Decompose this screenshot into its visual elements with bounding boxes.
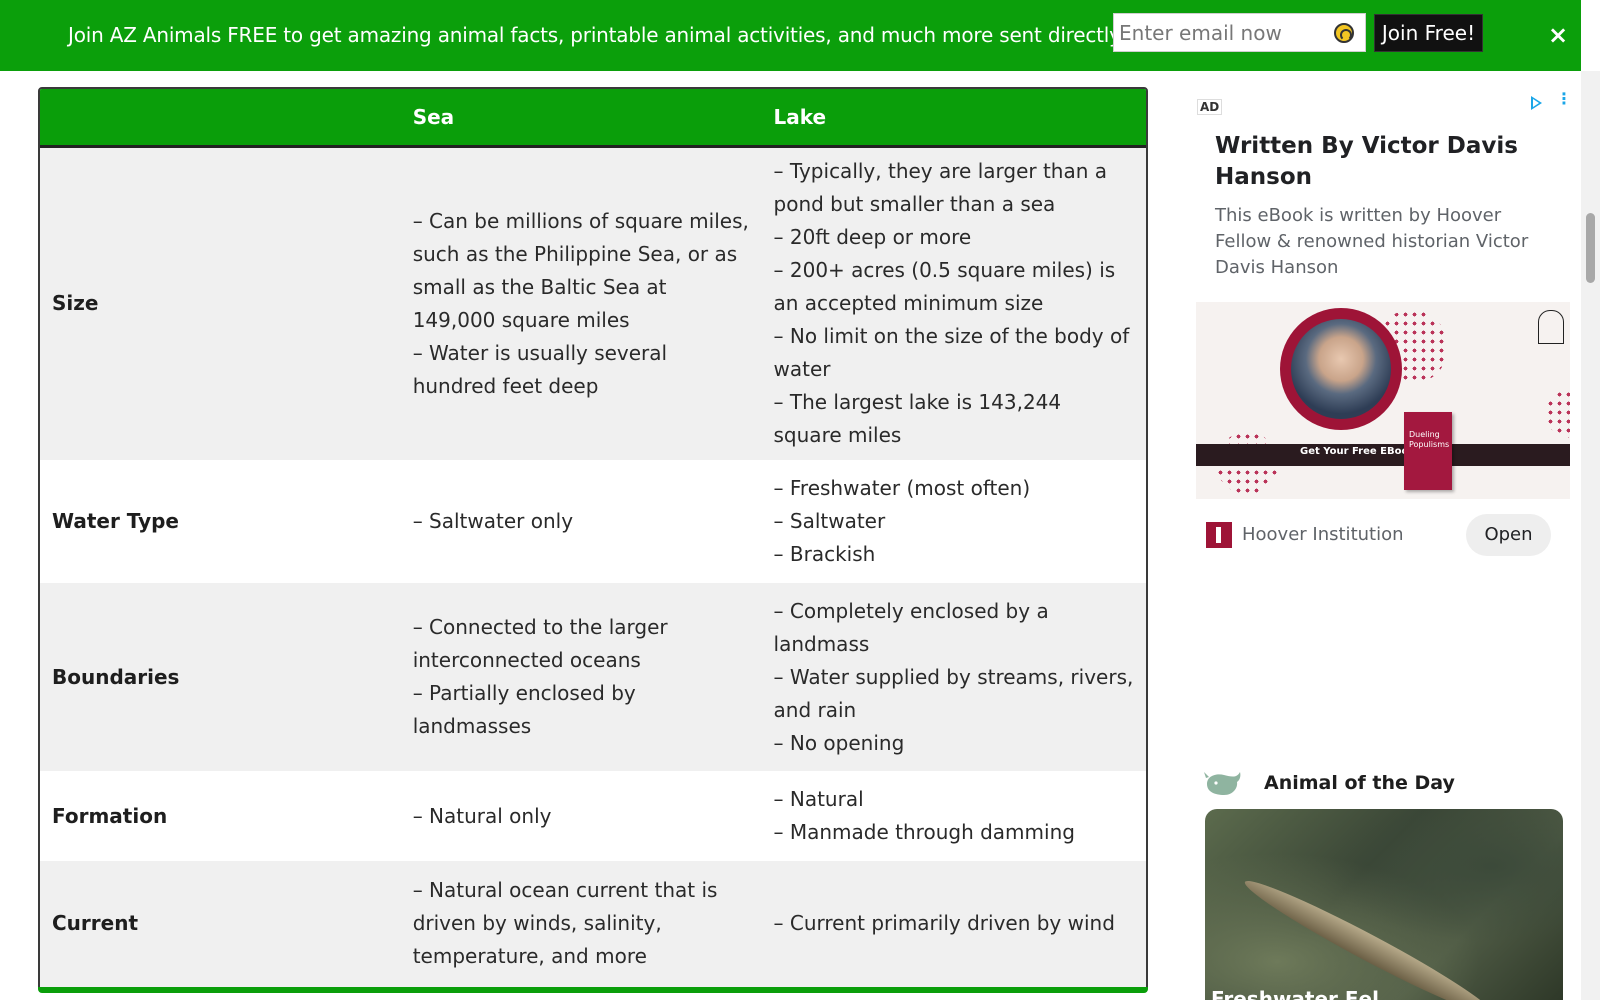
table-bottom-border — [38, 987, 1148, 993]
row-label: Formation — [52, 803, 168, 828]
cell-line: – Connected to the larger interconnected… — [412, 615, 668, 672]
cell-line: – No limit on the size of the body of wa… — [773, 324, 1130, 382]
autofill-icon[interactable] — [1334, 23, 1354, 43]
cell-line: – Water supplied by streams, rivers, and… — [773, 664, 1134, 722]
scrollbar[interactable] — [1581, 71, 1600, 1000]
book-cover — [1404, 412, 1452, 490]
lake-cell: – Completely enclosed by a landmass – Wa… — [762, 583, 1146, 771]
row-label: Current — [52, 910, 139, 935]
comparison-table: Sea Lake Size – Can be millions of squar… — [38, 87, 1148, 992]
close-icon[interactable]: × — [1545, 22, 1571, 48]
table-row: Size – Can be millions of square miles, … — [40, 146, 1146, 460]
cell-line: – Completely enclosed by a landmass — [773, 598, 1049, 656]
halftone-dots — [1546, 390, 1570, 438]
table-header-empty — [40, 89, 401, 148]
whale-icon — [1204, 772, 1241, 795]
email-field[interactable] — [1114, 14, 1365, 51]
ad-image[interactable]: Get Your Free EBook Dueling Populisms — [1196, 302, 1570, 499]
animal-of-the-day-caption[interactable]: Freshwater Eel — [1211, 987, 1379, 1000]
sea-cell: – Saltwater only — [401, 460, 762, 583]
ad-image-strip-text: Get Your Free EBook — [1300, 446, 1415, 457]
cell-line: – Natural only — [412, 803, 552, 828]
join-free-button[interactable]: Join Free! — [1374, 14, 1483, 52]
lake-cell: – Current primarily driven by wind — [762, 861, 1146, 985]
table-header-sea: Sea — [400, 89, 762, 148]
author-photo — [1291, 319, 1391, 419]
cell-line: – Brackish — [773, 542, 876, 566]
row-label: Boundaries — [52, 664, 180, 689]
animal-of-the-day-title: Animal of the Day — [1264, 772, 1455, 794]
sea-cell: – Natural only — [401, 771, 762, 861]
cell-line: – Water is usually several hundred feet … — [412, 340, 668, 398]
email-field-wrapper — [1113, 13, 1366, 52]
table-row: Water Type – Saltwater only – Freshwater… — [40, 460, 1146, 583]
ad-description[interactable]: This eBook is written by Hoover Fellow &… — [1215, 203, 1555, 281]
cell-line: – The largest lake is 143,244 square mil… — [773, 390, 1062, 448]
ad-badge: AD — [1197, 99, 1223, 115]
cell-line: – Typically, they are larger than a pond… — [773, 159, 1108, 217]
adchoices-icon[interactable] — [1531, 96, 1542, 110]
scrollbar-thumb[interactable] — [1586, 213, 1595, 283]
cell-line: – Manmade through damming — [773, 820, 1075, 844]
ad-open-button[interactable]: Open — [1466, 514, 1551, 556]
cell-line: – Can be millions of square miles, such … — [412, 208, 749, 332]
hoover-tower-icon — [1538, 310, 1564, 344]
banner-text: Join AZ Animals FREE to get amazing anim… — [68, 23, 1189, 47]
cell-line: – Natural — [773, 787, 864, 811]
sea-cell: – Connected to the larger interconnected… — [401, 583, 762, 771]
cell-line: – Natural ocean current that is driven b… — [412, 877, 718, 968]
cell-line: – 200+ acres (0.5 square miles) is an ac… — [773, 258, 1116, 316]
cell-line: – 20ft deep or more — [773, 225, 972, 250]
book-title: Dueling Populisms — [1409, 430, 1450, 449]
table-row: Formation – Natural only – Natural – Man… — [40, 771, 1146, 861]
cell-line: – Current primarily driven by wind — [773, 910, 1115, 935]
row-label: Size — [52, 291, 99, 316]
eel-figure — [1238, 870, 1499, 1000]
sea-cell: – Natural ocean current that is driven b… — [401, 861, 762, 985]
ad-menu-icon[interactable]: ⋮ — [1556, 91, 1572, 107]
cell-line: – Freshwater (most often) — [773, 476, 1031, 500]
table-header-lake: Lake — [761, 89, 1146, 148]
lake-cell: – Typically, they are larger than a pond… — [762, 146, 1146, 460]
ad-advertiser[interactable]: Hoover Institution — [1242, 524, 1404, 545]
animal-of-the-day-image[interactable] — [1205, 809, 1563, 1000]
hoover-logo-icon — [1206, 522, 1232, 548]
cell-line: – Saltwater — [773, 509, 886, 533]
cell-line: – Partially enclosed by landmasses — [412, 681, 636, 738]
table-row: Boundaries – Connected to the larger int… — [40, 583, 1146, 771]
table-header-row: Sea Lake — [40, 89, 1146, 148]
row-label: Water Type — [52, 509, 179, 533]
lake-cell: – Freshwater (most often) – Saltwater – … — [762, 460, 1146, 583]
table-row: Current – Natural ocean current that is … — [40, 861, 1146, 985]
sea-cell: – Can be millions of square miles, such … — [401, 146, 762, 460]
lake-cell: – Natural – Manmade through damming — [762, 771, 1146, 861]
cell-line: – No opening — [773, 730, 905, 755]
cell-line: – Saltwater only — [412, 509, 574, 533]
newsletter-banner: Join AZ Animals FREE to get amazing anim… — [0, 0, 1581, 71]
ad-title[interactable]: Written By Victor Davis Hanson — [1215, 131, 1545, 193]
